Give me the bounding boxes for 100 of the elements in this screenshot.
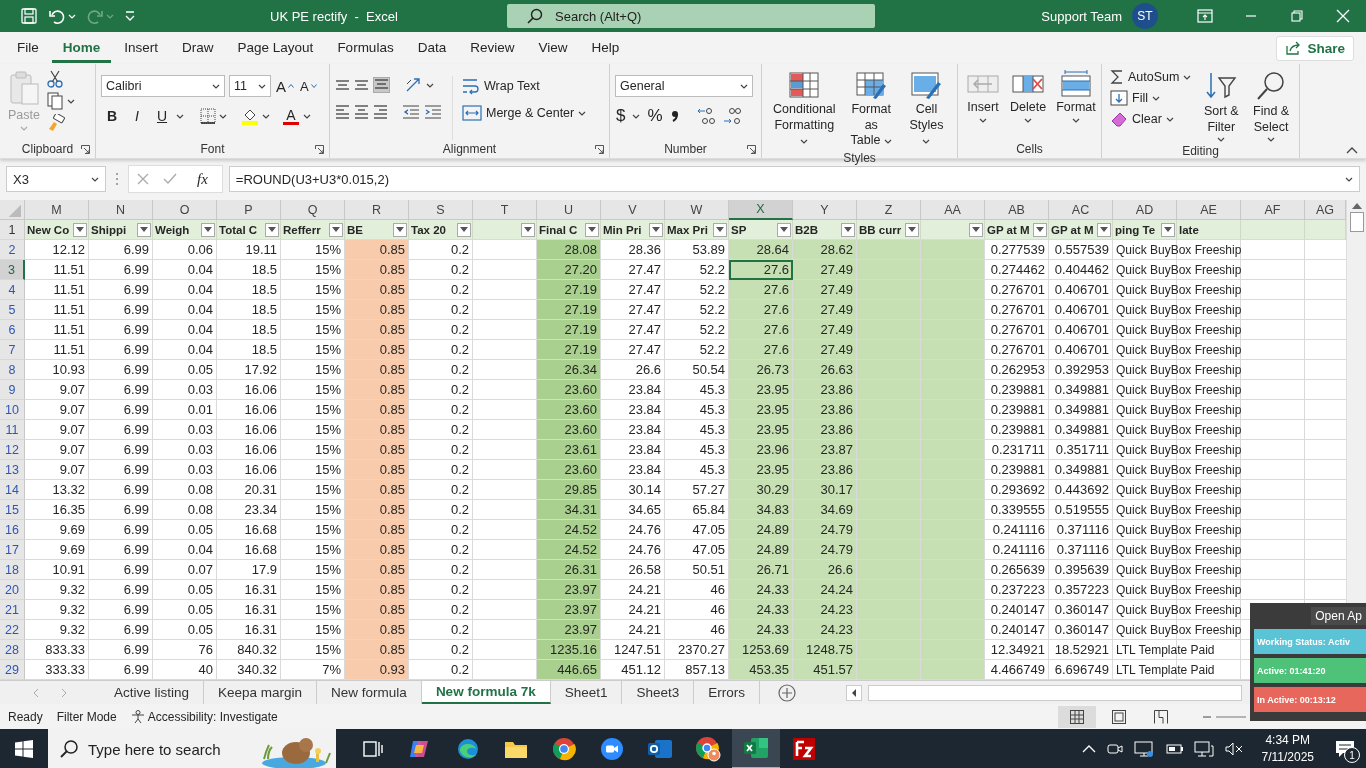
cells-button[interactable]: Insert: [963, 68, 1003, 140]
share-button[interactable]: Share: [1276, 35, 1354, 61]
column-header[interactable]: AF: [1241, 200, 1305, 220]
column-header[interactable]: AD: [1113, 200, 1177, 220]
filter-button[interactable]: [713, 222, 727, 237]
column-header[interactable]: S: [409, 200, 473, 220]
row-header[interactable]: 12: [0, 440, 25, 460]
editing-button[interactable]: Fill: [1107, 89, 1195, 107]
row-header[interactable]: 14: [0, 480, 25, 500]
clock[interactable]: 4:34 PM 7/11/2025: [1261, 732, 1314, 766]
editing-button[interactable]: Clear: [1107, 110, 1195, 128]
filter-button[interactable]: [1161, 222, 1175, 237]
currency-button[interactable]: $: [615, 105, 627, 127]
row-header[interactable]: 13: [0, 460, 25, 480]
menu-tab[interactable]: Page Layout: [226, 33, 325, 63]
column-header[interactable]: M: [25, 200, 89, 220]
filter-button[interactable]: [329, 222, 343, 237]
font-size-select[interactable]: 11: [229, 75, 271, 97]
row-header[interactable]: 5: [0, 300, 25, 320]
row-header[interactable]: 17: [0, 540, 25, 560]
sheet-tab[interactable]: Keepa margin: [204, 681, 318, 704]
sheet-tab[interactable]: Errors: [694, 681, 760, 704]
formula-field[interactable]: =ROUND(U3+U3*0.015,2): [228, 166, 1360, 192]
cells-button[interactable]: Format: [1053, 68, 1099, 140]
filter-button[interactable]: [137, 222, 151, 237]
row-header[interactable]: 10: [0, 400, 25, 420]
filter-button[interactable]: [457, 222, 471, 237]
filter-button[interactable]: [841, 222, 855, 237]
horizontal-scrollbar[interactable]: [868, 684, 1242, 701]
filter-button[interactable]: [201, 222, 215, 237]
menu-tab[interactable]: Formulas: [326, 33, 405, 63]
row-header[interactable]: 18: [0, 560, 25, 580]
shrink-font-button[interactable]: A: [299, 77, 318, 95]
filter-button[interactable]: [585, 222, 599, 237]
editing-menu-button[interactable]: Sort & Filter: [1198, 68, 1245, 145]
sheet-tab[interactable]: Sheet1: [550, 681, 623, 704]
column-header[interactable]: P: [217, 200, 281, 220]
column-header[interactable]: O: [153, 200, 217, 220]
account-avatar[interactable]: ST: [1132, 3, 1158, 29]
wrap-text-button[interactable]: Wrap Text: [459, 76, 590, 96]
row-header[interactable]: 20: [0, 580, 25, 600]
menu-tab[interactable]: Review: [459, 33, 526, 63]
insert-function-button[interactable]: fx: [197, 170, 208, 188]
row-header[interactable]: 1: [0, 220, 25, 240]
percent-button[interactable]: %: [646, 105, 664, 127]
menu-tab[interactable]: Insert: [113, 33, 170, 63]
filter-button[interactable]: [265, 222, 279, 237]
row-header[interactable]: 4: [0, 280, 25, 300]
accessibility-status[interactable]: Accessibility: Investigate: [147, 709, 278, 724]
filter-button[interactable]: [777, 222, 791, 237]
row-header[interactable]: 8: [0, 360, 25, 380]
italic-button[interactable]: I: [126, 105, 148, 127]
filter-button[interactable]: [969, 222, 983, 237]
row-header[interactable]: 16: [0, 520, 25, 540]
filter-button[interactable]: [393, 222, 407, 237]
number-format-select[interactable]: General: [615, 75, 753, 97]
font-color-button[interactable]: A: [282, 106, 300, 126]
menu-tab[interactable]: File: [6, 33, 50, 63]
filter-button[interactable]: [1033, 222, 1047, 237]
sheet-tab[interactable]: New formula: [317, 681, 422, 704]
name-box[interactable]: X3: [6, 166, 106, 192]
filter-button[interactable]: [73, 222, 87, 237]
search-field[interactable]: Search (Alt+Q): [507, 4, 875, 28]
column-header[interactable]: T: [473, 200, 537, 220]
filter-button[interactable]: [905, 222, 919, 237]
merge-center-button[interactable]: Merge & Center: [459, 104, 590, 122]
column-header[interactable]: Z: [857, 200, 921, 220]
row-header[interactable]: 3: [0, 260, 25, 280]
row-header[interactable]: 2: [0, 240, 25, 260]
column-header[interactable]: W: [665, 200, 729, 220]
column-header[interactable]: AA: [921, 200, 985, 220]
column-header[interactable]: R: [345, 200, 409, 220]
styles-button[interactable]: Conditional Formatting: [767, 68, 842, 151]
filter-button[interactable]: [649, 222, 663, 237]
filter-button[interactable]: [521, 222, 535, 237]
menu-tab[interactable]: Home: [51, 33, 112, 63]
notifications-button[interactable]: 1: [1332, 736, 1358, 762]
row-header[interactable]: 7: [0, 340, 25, 360]
column-header[interactable]: V: [601, 200, 665, 220]
column-header[interactable]: U: [537, 200, 601, 220]
row-header[interactable]: 29: [0, 660, 25, 680]
bold-button[interactable]: B: [101, 105, 123, 127]
editing-button[interactable]: AutoSum: [1107, 68, 1195, 86]
filter-button[interactable]: [1097, 222, 1111, 237]
row-header[interactable]: 22: [0, 620, 25, 640]
row-header[interactable]: 11: [0, 420, 25, 440]
column-header[interactable]: Q: [281, 200, 345, 220]
row-header[interactable]: 6: [0, 320, 25, 340]
sheet-tab[interactable]: Sheet3: [622, 681, 695, 704]
sheet-tab[interactable]: Active listing: [100, 681, 205, 704]
menu-tab[interactable]: Data: [406, 33, 458, 63]
column-header[interactable]: Y: [793, 200, 857, 220]
row-header[interactable]: 21: [0, 600, 25, 620]
menu-tab[interactable]: View: [527, 33, 579, 63]
column-header[interactable]: N: [89, 200, 153, 220]
normal-view-button[interactable]: [1058, 705, 1096, 728]
column-header[interactable]: AG: [1305, 200, 1346, 220]
menu-tab[interactable]: Help: [580, 33, 631, 63]
cells-button[interactable]: Delete: [1007, 68, 1050, 140]
underline-button[interactable]: U: [151, 105, 173, 127]
